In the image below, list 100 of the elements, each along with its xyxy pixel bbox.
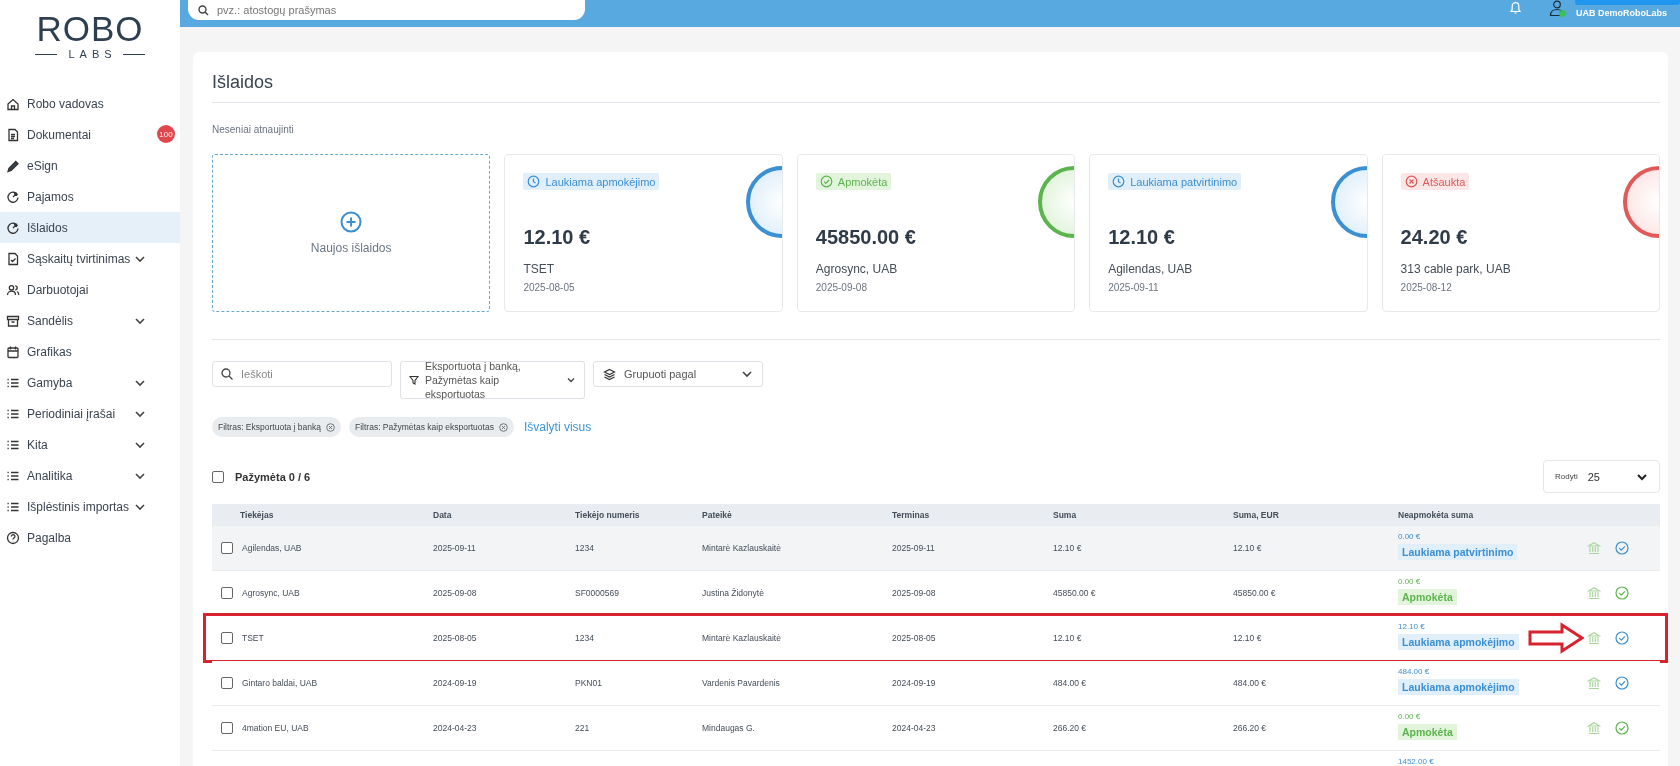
table-row[interactable]: Agilendas, UAB 2025-09-11 1234 Mintarė Kazlauskaitė 2025-09-11 12.10 € 12.10 € 0.00 € Laukiama patvirtinimo [212, 526, 1660, 571]
sidebar-item[interactable]: Grafikas [0, 336, 180, 367]
search-icon [221, 368, 233, 380]
new-expense-card[interactable]: Naujos išlaidos [212, 154, 491, 312]
logo-subtitle: LABS [67, 48, 117, 61]
check-circle-icon[interactable] [1615, 541, 1629, 555]
amount: 24.20 € [1400, 226, 1469, 249]
search-field[interactable]: pvz.: atostogų prašymas [188, 0, 585, 20]
sidebar-item[interactable]: Dokumentai 100 [0, 119, 180, 150]
home-icon [6, 96, 20, 111]
chevron-down-icon [566, 375, 576, 385]
sidebar-item[interactable]: Darbuotojai [0, 274, 180, 305]
search-field[interactable]: Ieškoti [212, 361, 392, 387]
unpaid-amount: 0.00 € [1398, 532, 1421, 541]
supplier-name: Agrosync, UAB [815, 262, 899, 276]
sidebar-item[interactable]: Kita [0, 429, 180, 460]
table-cell-text: Mintarė Kazlauskaitė [702, 543, 782, 553]
row-checkbox[interactable] [221, 542, 233, 554]
circular-arrow-icon [6, 220, 20, 235]
table-cell-text: 12.10 € [1233, 543, 1263, 553]
amount: 12.10 € [523, 226, 592, 249]
table-cell-text: 2024-04-23 [433, 723, 478, 733]
supplier-name: TSET [523, 262, 556, 276]
unpaid-amount: 1452.00 € [1398, 757, 1434, 766]
page-title: Išlaidos [212, 71, 274, 93]
layers-icon [603, 367, 616, 381]
table-cell-text: 2024-04-23 [892, 723, 937, 733]
column-header: Tiekėjas [239, 510, 275, 520]
bell-icon[interactable] [1509, 0, 1522, 15]
table-row[interactable]: Gintaro baldai, UAB 2024-09-19 PKN01 Vardenis Pavardenis 2024-09-19 484.00 € 484.00 € 484.00 € Laukiama apmokėjimo [212, 661, 1660, 706]
check-circle-icon[interactable] [1615, 721, 1629, 735]
supplier-name: 313 cable park, UAB [1400, 262, 1512, 276]
document-icon [6, 127, 20, 142]
status-badge: Apmokėta [1398, 589, 1457, 605]
table-cell-text: 2025-09-08 [433, 588, 478, 598]
check-circle-icon[interactable] [1615, 631, 1629, 645]
sidebar-item[interactable]: Sąskaitų tvirtinimas [0, 243, 180, 274]
archive-icon [6, 313, 20, 328]
table-cell-text: Vardenis Pavardenis [702, 678, 781, 688]
close-circle-icon [1404, 175, 1418, 188]
document-check-icon [6, 251, 20, 266]
logo-title: ROBO [36, 12, 144, 46]
table-cell: 4mation EU, UAB [242, 723, 309, 733]
sidebar-item[interactable]: Sandėlis [0, 305, 180, 336]
sidebar-item[interactable]: Analitika [0, 460, 180, 491]
status-badge: Laukiama apmokėjimo [1398, 634, 1519, 650]
unpaid-amount: 0.00 € [1398, 577, 1421, 586]
help-icon [6, 530, 20, 545]
table-cell-text: 2025-08-05 [433, 633, 478, 643]
table-cell-text: 2024-09-19 [892, 678, 937, 688]
section-label: Neseniai atnaujinti [212, 123, 295, 137]
sidebar-item[interactable]: Išlaidos [0, 212, 180, 243]
table-cell-text: 12.10 € [1053, 633, 1083, 643]
unpaid-amount: 0.00 € [1398, 712, 1421, 721]
unpaid-amount: 484.00 € [1398, 667, 1430, 676]
sidebar-item[interactable]: eSign [0, 150, 180, 181]
table-cell-text: 2025-09-08 [892, 588, 937, 598]
table-cell-text: 221 [575, 723, 591, 733]
close-circle-icon[interactable] [498, 422, 508, 432]
check-circle-icon[interactable] [1615, 586, 1629, 600]
column-header: Neapmokėta suma [1398, 510, 1475, 520]
amount: 45850.00 € [815, 226, 917, 249]
chevron-down-icon [741, 368, 753, 380]
sidebar-item[interactable]: Periodiniai įrašai [0, 398, 180, 429]
check-circle-icon[interactable] [1615, 676, 1629, 690]
table-cell-text: Mindaugas G. [702, 723, 756, 733]
table-cell-text: 12.10 € [1233, 633, 1263, 643]
row-checkbox[interactable] [221, 722, 233, 734]
filter-icon [409, 375, 419, 385]
sidebar-item[interactable]: Gamyba [0, 367, 180, 398]
check-circle-icon [819, 175, 833, 188]
users-icon [6, 282, 20, 297]
date: 2025-08-05 [523, 282, 576, 293]
status-badge: Apmokėta [815, 173, 892, 190]
date: 2025-09-11 [1108, 282, 1160, 293]
sidebar-item[interactable]: Išplėstinis importas [0, 491, 180, 522]
row-checkbox[interactable] [221, 632, 233, 644]
status-badge: Laukiama apmokėjimo [1398, 679, 1519, 695]
table-cell-text: 1234 [575, 543, 595, 553]
row-checkbox[interactable] [221, 677, 233, 689]
calendar-icon [6, 344, 20, 359]
filter-chip[interactable]: Filtras: Pažymėtas kaip eksportuotas [349, 417, 514, 437]
group-select[interactable]: Grupuoti pagal [593, 361, 763, 387]
column-header: Suma [1053, 510, 1078, 520]
sidebar-item[interactable]: Robo vadovas [0, 88, 180, 119]
sidebar-item[interactable]: Pajamos [0, 181, 180, 212]
status-badge: Laukiama patvirtinimo [1398, 544, 1518, 560]
column-header: Terminas [892, 510, 931, 520]
table-cell-text: 484.00 € [1053, 678, 1088, 688]
row-checkbox[interactable] [221, 587, 233, 599]
table-cell-text: 45850.00 € [1053, 588, 1097, 598]
count-badge: 100 [157, 125, 175, 143]
filter-chip[interactable]: Filtras: Eksportuota į banką [212, 417, 341, 437]
close-circle-icon[interactable] [326, 422, 335, 432]
checkbox[interactable] [212, 470, 224, 483]
status-badge: Apmokėta [1398, 724, 1457, 740]
sidebar-item[interactable]: Pagalba [0, 522, 180, 553]
filter-select[interactable]: Eksportuota į banką, Pažymėtas kaip eksportuotas [400, 361, 585, 399]
page-size-select[interactable]: Rodyti 25 [1543, 460, 1660, 493]
selection-count: Pažymėta 0 / 6 [235, 470, 312, 483]
